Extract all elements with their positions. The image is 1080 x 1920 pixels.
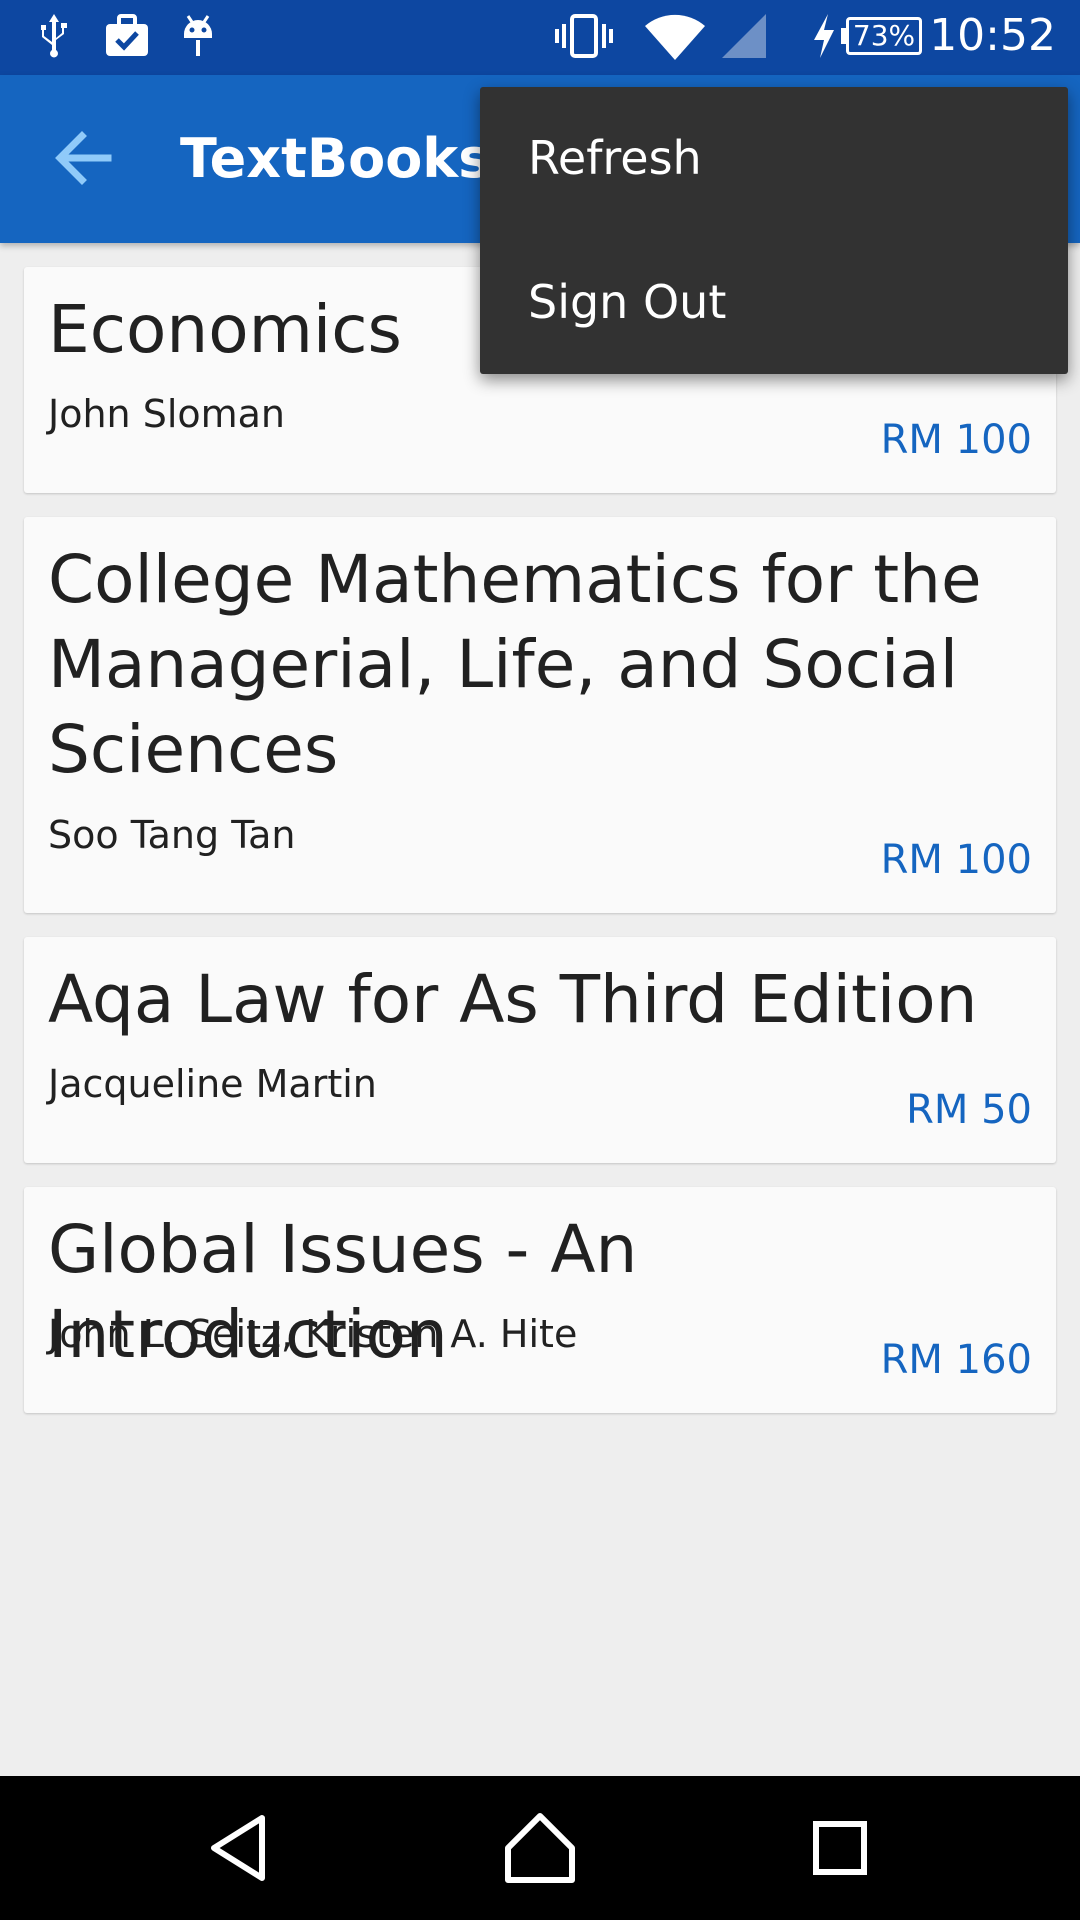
book-card[interactable]: Global Issues - An Introduction John L. … — [24, 1187, 1056, 1413]
book-price: RM 100 — [880, 417, 1032, 463]
book-author: John Sloman — [48, 392, 286, 436]
arrow-left-icon[interactable] — [44, 118, 124, 198]
menu-item-refresh[interactable]: Refresh — [480, 87, 1068, 230]
android-debug-icon — [184, 15, 212, 56]
book-price: RM 50 — [906, 1087, 1032, 1133]
wifi-icon — [645, 14, 705, 60]
book-price: RM 160 — [880, 1337, 1032, 1383]
usb-icon — [41, 14, 67, 58]
book-title: Aqa Law for As Third Edition — [48, 961, 978, 1038]
overflow-menu: Refresh Sign Out — [480, 87, 1068, 374]
book-price: RM 100 — [880, 837, 1032, 883]
book-card[interactable]: Aqa Law for As Third Edition Jacqueline … — [24, 937, 1056, 1163]
recents-icon[interactable] — [800, 1808, 880, 1888]
book-author: Jacqueline Martin — [48, 1062, 377, 1106]
charging-bolt-icon — [814, 14, 834, 58]
book-author: John L. Seitz, Kristen A. Hite — [48, 1312, 578, 1356]
status-bar: 73% 10:52 — [0, 0, 1080, 75]
back-triangle-icon[interactable] — [200, 1808, 280, 1888]
vibrate-icon — [555, 14, 613, 58]
book-card[interactable]: College Mathematics for the Managerial, … — [24, 517, 1056, 913]
battery-icon: 73% — [846, 17, 922, 55]
book-title: College Mathematics for the Managerial, … — [48, 541, 982, 788]
home-icon[interactable] — [500, 1808, 580, 1888]
page-title: TextBooks — [180, 127, 491, 190]
book-author: Soo Tang Tan — [48, 813, 296, 857]
menu-item-sign-out[interactable]: Sign Out — [480, 231, 1068, 374]
navigation-bar — [0, 1776, 1080, 1920]
briefcase-check-icon — [106, 14, 148, 56]
status-time: 10:52 — [929, 10, 1056, 61]
battery-percent: 73% — [852, 19, 916, 52]
cell-signal-icon — [722, 14, 766, 58]
